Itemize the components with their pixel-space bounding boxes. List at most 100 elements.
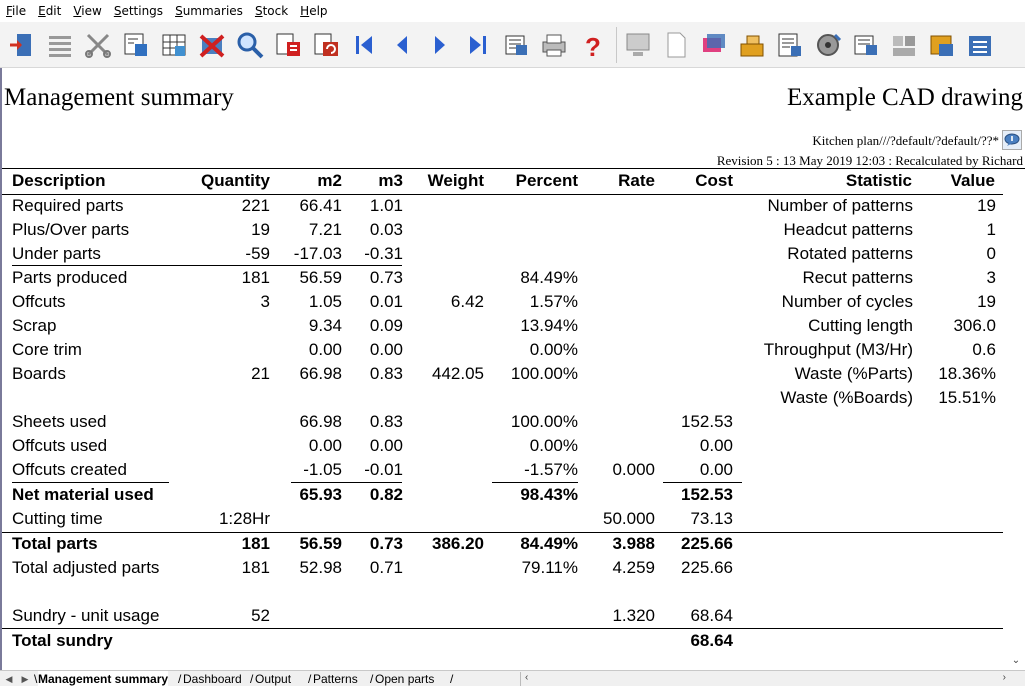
- stat-label: Cutting length: [808, 316, 913, 335]
- export-button[interactable]: [500, 28, 532, 62]
- net-material-line-cost: [663, 482, 742, 483]
- stat-label: Waste (%Boards): [780, 388, 913, 407]
- row-value-m3: 0.03: [369, 220, 403, 239]
- row-value-p: -1.57%: [524, 460, 578, 479]
- row-value-m3: 0.83: [369, 364, 403, 383]
- svg-text:?: ?: [585, 32, 601, 60]
- exit-button[interactable]: [6, 28, 38, 62]
- column-header-rate: Rate: [618, 171, 655, 190]
- row-label: Offcuts: [12, 292, 66, 311]
- report-icon: [276, 33, 300, 56]
- row-label: Offcuts created: [12, 460, 127, 479]
- stat-value: 19: [977, 292, 996, 311]
- cancel-button[interactable]: [196, 28, 228, 62]
- row-value-m3: 0.82: [369, 485, 403, 504]
- tab-scroll-left-icon[interactable]: ◀: [2, 672, 16, 686]
- menu-view[interactable]: View: [67, 0, 107, 22]
- blank-page-button[interactable]: [660, 28, 692, 62]
- row-value-m2: 66.98: [299, 364, 342, 383]
- tab-management-summary[interactable]: Management summary: [38, 671, 169, 686]
- first-page-button[interactable]: [348, 28, 380, 62]
- menu-file[interactable]: File: [0, 0, 32, 22]
- horizontal-scrollbar[interactable]: ‹ ›: [520, 672, 1010, 686]
- row-value-m3: 0.73: [369, 268, 403, 287]
- stat-label: Waste (%Parts): [794, 364, 913, 383]
- report-button[interactable]: [272, 28, 304, 62]
- tab-scroll-right-icon[interactable]: ▶: [18, 672, 32, 686]
- info-button[interactable]: [1002, 130, 1022, 150]
- saw-button[interactable]: [812, 28, 844, 62]
- recalculate-button[interactable]: [310, 28, 342, 62]
- stat-value: 19: [977, 196, 996, 215]
- options-button[interactable]: [964, 28, 996, 62]
- report-title: Management summary: [4, 84, 234, 111]
- pattern-button[interactable]: [888, 28, 920, 62]
- menu-summaries[interactable]: Summaries: [169, 0, 249, 22]
- cancel-icon: [199, 34, 225, 57]
- row-value-c: 0.00: [699, 436, 733, 455]
- last-page-button[interactable]: [462, 28, 494, 62]
- tab-divider: /: [370, 672, 374, 686]
- net-material-line-desc: [12, 482, 169, 483]
- row-value-q: -59: [245, 244, 270, 263]
- row-value-m3: 1.01: [369, 196, 403, 215]
- row-label: Cutting time: [12, 509, 103, 528]
- scroll-left-icon[interactable]: ‹: [525, 672, 528, 683]
- row-value-m2: 66.41: [299, 196, 342, 215]
- row-value-q: 221: [241, 196, 270, 215]
- tab-open-parts[interactable]: Open parts: [375, 671, 434, 686]
- row-value-c: 152.53: [681, 412, 733, 431]
- scissors-button[interactable]: [82, 28, 114, 62]
- row-label: Sheets used: [12, 412, 107, 431]
- next-page-button[interactable]: [424, 28, 456, 62]
- row-value-c: 73.13: [690, 509, 733, 528]
- magnifier-button[interactable]: [234, 28, 266, 62]
- net-material-line-m2: [291, 482, 402, 483]
- batch-icon: [854, 35, 877, 55]
- row-label: Total parts: [12, 534, 98, 553]
- row-value-q: 1:28Hr: [218, 509, 270, 528]
- menu-settings[interactable]: Settings: [108, 0, 169, 22]
- toolbar-separator: [616, 26, 617, 63]
- row-label: Plus/Over parts: [12, 220, 130, 239]
- edit-button[interactable]: [774, 28, 806, 62]
- row-value-m2: 0.00: [308, 436, 342, 455]
- row-value-m2: 65.93: [299, 485, 342, 504]
- row-value-m3: -0.01: [364, 460, 403, 479]
- row-value-w: 386.20: [432, 534, 484, 553]
- labels-button[interactable]: [698, 28, 730, 62]
- menu-stock[interactable]: Stock: [249, 0, 294, 22]
- scissors-icon: [85, 33, 111, 58]
- help-button[interactable]: ?: [576, 28, 608, 62]
- stock-button[interactable]: [736, 28, 768, 62]
- tab-divider: /: [178, 672, 182, 686]
- row-value-q: 3: [260, 292, 270, 311]
- row-value-c: 0.00: [699, 460, 733, 479]
- previous-page-button[interactable]: [386, 28, 418, 62]
- tab-output[interactable]: Output: [255, 671, 291, 686]
- row-value-m2: 56.59: [299, 268, 342, 287]
- menu-help[interactable]: Help: [294, 0, 333, 22]
- row-value-m2: 7.21: [308, 220, 342, 239]
- row-value-p: 1.57%: [529, 292, 578, 311]
- sheet-tab-bar: ◀ ▶ ‹ › Management summary \ Dashboard / Out…: [0, 670, 1025, 686]
- parts-button[interactable]: [926, 28, 958, 62]
- scroll-right-icon[interactable]: ›: [1003, 672, 1006, 683]
- header-bottom-line: [2, 194, 1003, 195]
- batch-button[interactable]: [850, 28, 882, 62]
- row-value-m2: 56.59: [299, 534, 342, 553]
- magnifier-icon: [237, 32, 264, 58]
- print-preview-button[interactable]: [120, 28, 152, 62]
- printer-button[interactable]: [538, 28, 570, 62]
- scroll-down-icon[interactable]: ⌄: [1008, 655, 1024, 670]
- row-label: Boards: [12, 364, 66, 383]
- print-preview-icon: [124, 33, 147, 56]
- tab-dashboard[interactable]: Dashboard: [183, 671, 242, 686]
- tab-patterns[interactable]: Patterns: [313, 671, 358, 686]
- list-button[interactable]: [44, 28, 76, 62]
- layout-button[interactable]: [622, 28, 654, 62]
- row-value-q: 181: [241, 268, 270, 287]
- grid-button[interactable]: [158, 28, 190, 62]
- menu-edit[interactable]: Edit: [32, 0, 67, 22]
- row-value-m2: 9.34: [308, 316, 342, 335]
